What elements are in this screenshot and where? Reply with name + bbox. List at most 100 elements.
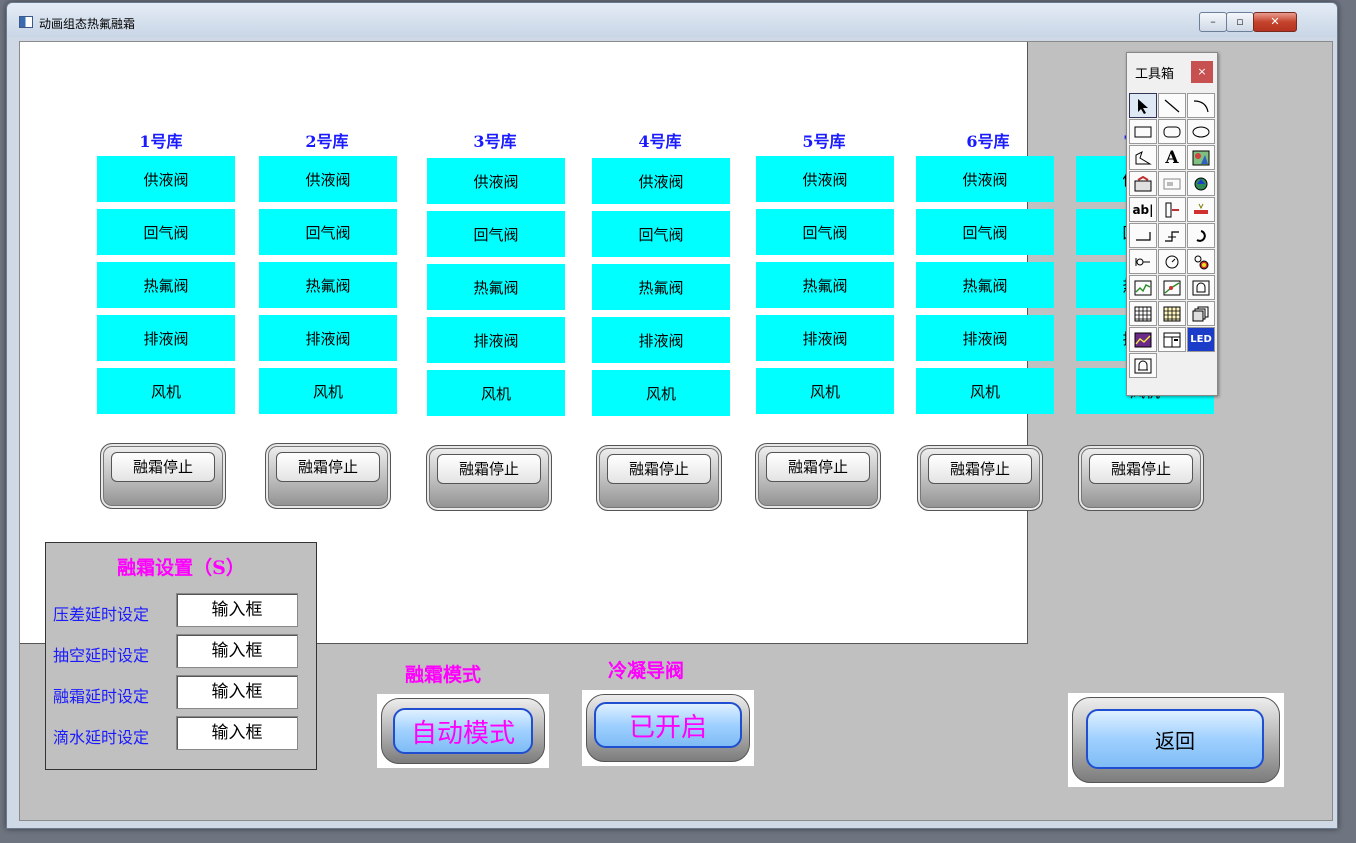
rounded-rect-icon[interactable] [1158,119,1186,144]
trend-icon[interactable] [1129,275,1157,300]
evacuate-delay-input[interactable]: 输入框 [176,634,298,668]
valve-supply-6[interactable]: 供液阀 [916,156,1054,202]
condense-valve-button[interactable]: 已开启 [582,690,754,766]
valve-supply-3[interactable]: 供液阀 [427,158,565,204]
alarm-bell-icon[interactable] [1129,353,1157,378]
fan-6[interactable]: 风机 [916,368,1054,414]
ellipse-icon[interactable] [1187,119,1215,144]
switch-icon[interactable] [1129,249,1157,274]
valve-hotgas-2[interactable]: 热氟阀 [259,262,397,308]
hotspot-icon[interactable] [1187,171,1215,196]
defrost-stop-label-5: 融霜停止 [766,452,870,482]
valve-hotgas-6[interactable]: 热氟阀 [916,262,1054,308]
button-icon[interactable] [1129,171,1157,196]
valve-supply-2[interactable]: 供液阀 [259,156,397,202]
close-button[interactable]: ✕ [1253,12,1297,32]
defrost-delay-input[interactable]: 输入框 [176,675,298,709]
defrost-stop-button-4[interactable]: 融霜停止 [596,445,722,511]
report-icon[interactable] [1158,327,1186,352]
valve-return-5[interactable]: 回气阀 [756,209,894,255]
bar-icon[interactable] [1187,197,1215,222]
valve-hotgas-4[interactable]: 热氟阀 [592,264,730,310]
pointer-icon[interactable] [1129,93,1157,118]
window-title: 动画组态热氟融霜 [39,17,136,31]
maximize-button[interactable]: ▫ [1226,12,1254,32]
valve-return-4[interactable]: 回气阀 [592,211,730,257]
valve-drain-3[interactable]: 排液阀 [427,317,565,363]
valve-return-6[interactable]: 回气阀 [916,209,1054,255]
xy-chart-icon[interactable] [1158,275,1186,300]
fan-1[interactable]: 风机 [97,368,235,414]
table-icon[interactable] [1129,301,1157,326]
rotate-icon[interactable] [1187,223,1215,248]
defrost-stop-button-7[interactable]: 融霜停止 [1078,445,1204,511]
fan-3[interactable]: 风机 [427,370,565,416]
valve-hotgas-5[interactable]: 热氟阀 [756,262,894,308]
valve-drain-4[interactable]: 排液阀 [592,317,730,363]
slider-icon[interactable] [1158,197,1186,222]
defrost-stop-button-2[interactable]: 融霜停止 [265,443,391,509]
condense-valve-state: 已开启 [594,702,742,748]
auto-mode-button[interactable]: 自动模式 [377,694,549,768]
defrost-stop-label-1: 融霜停止 [111,452,215,482]
pipe-icon[interactable] [1129,223,1157,248]
valve-supply-5[interactable]: 供液阀 [756,156,894,202]
gauge-icon[interactable] [1158,249,1186,274]
defrost-settings-panel: 融霜设置（S） 压差延时设定 输入框 抽空延时设定 输入框 融霜延时设定 输入框… [45,542,317,770]
valve-drain-1[interactable]: 排液阀 [97,315,235,361]
input-icon[interactable] [1158,171,1186,196]
evacuate-delay-label: 抽空延时设定 [53,646,150,665]
defrost-stop-label-4: 融霜停止 [607,454,711,484]
line-icon[interactable] [1158,93,1186,118]
valve-return-3[interactable]: 回气阀 [427,211,565,257]
valve-supply-1[interactable]: 供液阀 [97,156,235,202]
minimize-button[interactable]: – [1199,12,1227,32]
pressure-delay-label: 压差延时设定 [53,605,150,624]
polygon-icon[interactable] [1129,145,1157,170]
indicator-icon[interactable] [1187,249,1215,274]
defrost-stop-label-6: 融霜停止 [928,454,1032,484]
defrost-stop-button-5[interactable]: 融霜停止 [755,443,881,509]
defrost-stop-button-1[interactable]: 融霜停止 [100,443,226,509]
fan-4[interactable]: 风机 [592,370,730,416]
toolbox-title: 工具箱 [1135,67,1175,82]
valve-return-1[interactable]: 回气阀 [97,209,235,255]
defrost-mode-label: 融霜模式 [405,664,482,686]
label-icon[interactable]: ab| [1129,197,1157,222]
arc-icon[interactable] [1187,93,1215,118]
text-icon[interactable]: A [1158,145,1186,170]
library-1-title: 1号库 [139,132,183,151]
valve-supply-4[interactable]: 供液阀 [592,158,730,204]
back-button-label: 返回 [1086,709,1264,769]
fan-5[interactable]: 风机 [756,368,894,414]
defrost-settings-title: 融霜设置（S） [117,557,245,579]
toolbox-palette: 工具箱 × A ab| LED [1126,52,1218,396]
valve-drain-6[interactable]: 排液阀 [916,315,1054,361]
window-icon [19,16,33,28]
drip-delay-input[interactable]: 输入框 [176,716,298,750]
bitmap-icon[interactable] [1187,145,1215,170]
toolbox-close-button[interactable]: × [1191,61,1213,83]
defrost-stop-button-3[interactable]: 融霜停止 [426,445,552,511]
pipe-step-icon[interactable] [1158,223,1186,248]
library-3-title: 3号库 [473,132,517,151]
defrost-stop-label-7: 融霜停止 [1089,454,1193,484]
defrost-stop-button-6[interactable]: 融霜停止 [917,445,1043,511]
grid-icon[interactable] [1158,301,1186,326]
alarm-icon[interactable] [1187,275,1215,300]
pressure-delay-input[interactable]: 输入框 [176,593,298,627]
valve-hotgas-1[interactable]: 热氟阀 [97,262,235,308]
valve-return-2[interactable]: 回气阀 [259,209,397,255]
history-trend-icon[interactable] [1129,327,1157,352]
library-4-title: 4号库 [638,132,682,151]
library-5-title: 5号库 [802,132,846,151]
defrost-stop-label-2: 融霜停止 [276,452,380,482]
valve-hotgas-3[interactable]: 热氟阀 [427,264,565,310]
rectangle-icon[interactable] [1129,119,1157,144]
led-icon[interactable]: LED [1187,327,1215,352]
stack-icon[interactable] [1187,301,1215,326]
back-button[interactable]: 返回 [1068,693,1284,787]
valve-drain-2[interactable]: 排液阀 [259,315,397,361]
fan-2[interactable]: 风机 [259,368,397,414]
valve-drain-5[interactable]: 排液阀 [756,315,894,361]
